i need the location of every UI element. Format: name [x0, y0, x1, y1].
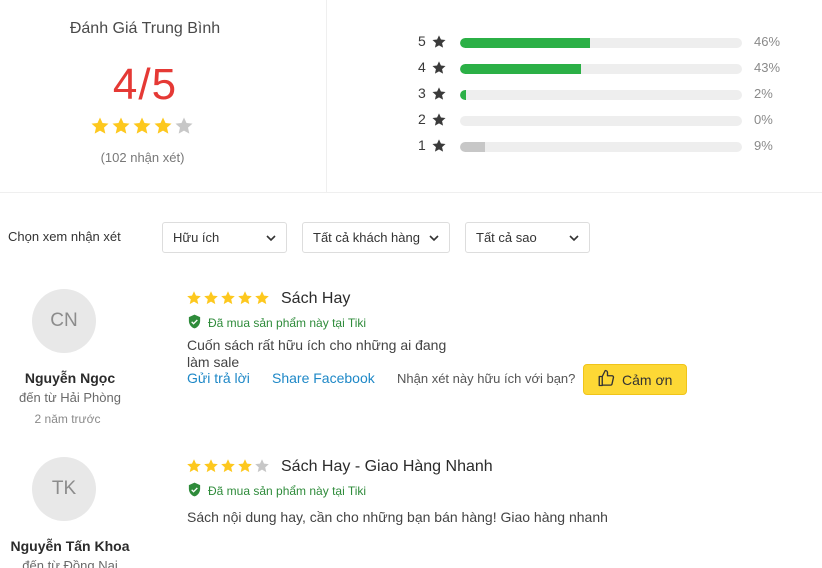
- distribution-bar-fill: [460, 38, 590, 48]
- star-icon: [254, 458, 270, 474]
- rating-summary: Đánh Giá Trung Bình 4/5 (102 nhận xét) 5…: [0, 0, 822, 193]
- distribution-percent: 43%: [754, 60, 781, 75]
- star-icon: [237, 458, 253, 474]
- sort-select[interactable]: Hữu ích: [162, 222, 287, 253]
- average-stars: [90, 116, 194, 136]
- star-icon: [153, 116, 173, 136]
- star-icon: [431, 112, 447, 133]
- star-icon: [90, 116, 110, 136]
- thumbs-up-icon: [597, 369, 615, 390]
- review-count: (102 nhận xét): [100, 150, 185, 165]
- distribution-bar: [460, 116, 742, 126]
- review-content-line: làm sale: [187, 354, 240, 370]
- review-content: Cuốn sách rất hữu ích cho những ai đang …: [187, 337, 446, 371]
- shield-check-icon: [187, 314, 202, 332]
- sort-select-value: Hữu ích: [173, 230, 220, 245]
- avatar[interactable]: TK: [32, 457, 96, 521]
- average-rating-panel: Đánh Giá Trung Bình 4/5 (102 nhận xét): [0, 0, 327, 193]
- star-icon: [132, 116, 152, 136]
- distribution-bar-fill: [460, 90, 466, 100]
- reviewer-name: Nguyễn Ngọc: [24, 370, 116, 386]
- distribution-percent: 2%: [754, 86, 773, 101]
- customer-filter-select[interactable]: Tất cả khách hàng: [302, 222, 450, 253]
- chevron-down-icon: [265, 232, 277, 247]
- star-filter-select[interactable]: Tất cả sao: [465, 222, 590, 253]
- distribution-bar: [460, 38, 742, 48]
- average-score: 4/5: [112, 60, 178, 109]
- star-icon: [111, 116, 131, 136]
- distribution-level: 3: [418, 85, 426, 101]
- distribution-row-4[interactable]: 4 43%: [418, 59, 808, 79]
- distribution-level: 2: [418, 111, 426, 127]
- reviewer-name: Nguyễn Tấn Khoa: [10, 538, 130, 554]
- star-filter-value: Tất cả sao: [476, 230, 537, 245]
- star-icon: [431, 34, 447, 55]
- distribution-bar: [460, 142, 742, 152]
- star-icon: [174, 116, 194, 136]
- distribution-level: 4: [418, 59, 426, 75]
- chevron-down-icon: [428, 232, 440, 247]
- star-icon: [220, 290, 236, 306]
- distribution-bar-fill: [460, 64, 582, 74]
- review-content-line: Cuốn sách rất hữu ích cho những ai đang: [187, 337, 447, 353]
- star-icon: [431, 138, 447, 159]
- star-icon: [203, 290, 219, 306]
- distribution-percent: 9%: [754, 138, 773, 153]
- reviewer-location: đến từ Hải Phòng: [19, 390, 121, 405]
- verified-purchase: Đã mua sản phẩm này tại Tiki: [187, 482, 366, 500]
- star-icon: [431, 60, 447, 81]
- star-icon: [431, 86, 447, 107]
- thanks-button[interactable]: Cảm ơn: [583, 364, 687, 395]
- distribution-percent: 0%: [754, 112, 773, 127]
- chevron-down-icon: [568, 232, 580, 247]
- verified-text: Đã mua sản phẩm này tại Tiki: [208, 484, 367, 498]
- distribution-level: 5: [418, 33, 426, 49]
- star-icon: [254, 290, 270, 306]
- shield-check-icon: [187, 482, 202, 500]
- review-title: Sách Hay: [281, 290, 351, 307]
- star-icon: [203, 458, 219, 474]
- reply-link[interactable]: Gửi trả lời: [187, 370, 250, 386]
- star-icon: [186, 290, 202, 306]
- distribution-bar: [460, 64, 742, 74]
- distribution-row-5[interactable]: 5 46%: [418, 33, 808, 53]
- distribution-row-1[interactable]: 1 9%: [418, 137, 808, 157]
- verified-purchase: Đã mua sản phẩm này tại Tiki: [187, 314, 366, 332]
- review-title: Sách Hay - Giao Hàng Nhanh: [281, 458, 493, 475]
- average-rating-title: Đánh Giá Trung Bình: [69, 20, 221, 37]
- customer-filter-value: Tất cả khách hàng: [313, 230, 420, 245]
- review-stars: [186, 290, 270, 306]
- star-icon: [186, 458, 202, 474]
- review-stars: [186, 458, 270, 474]
- star-icon: [220, 458, 236, 474]
- review-content: Sách nội dung hay, cần cho những bạn bán…: [187, 509, 608, 525]
- distribution-percent: 46%: [754, 34, 781, 49]
- reviewer-location: đến từ Đồng Nai: [22, 558, 118, 568]
- share-facebook-link[interactable]: Share Facebook: [272, 370, 375, 386]
- thanks-label: Cảm ơn: [622, 371, 673, 388]
- star-icon: [237, 290, 253, 306]
- distribution-row-3[interactable]: 3 2%: [418, 85, 808, 105]
- distribution-row-2[interactable]: 2 0%: [418, 111, 808, 131]
- distribution-level: 1: [418, 137, 426, 153]
- distribution-bar-fill: [460, 142, 486, 152]
- distribution-bar: [460, 90, 742, 100]
- avatar[interactable]: CN: [32, 289, 96, 353]
- review-time: 2 năm trước: [34, 412, 101, 426]
- filter-label: Chọn xem nhận xét: [8, 229, 121, 244]
- verified-text: Đã mua sản phẩm này tại Tiki: [208, 316, 367, 330]
- helpful-question: Nhận xét này hữu ích với bạn?: [397, 371, 576, 386]
